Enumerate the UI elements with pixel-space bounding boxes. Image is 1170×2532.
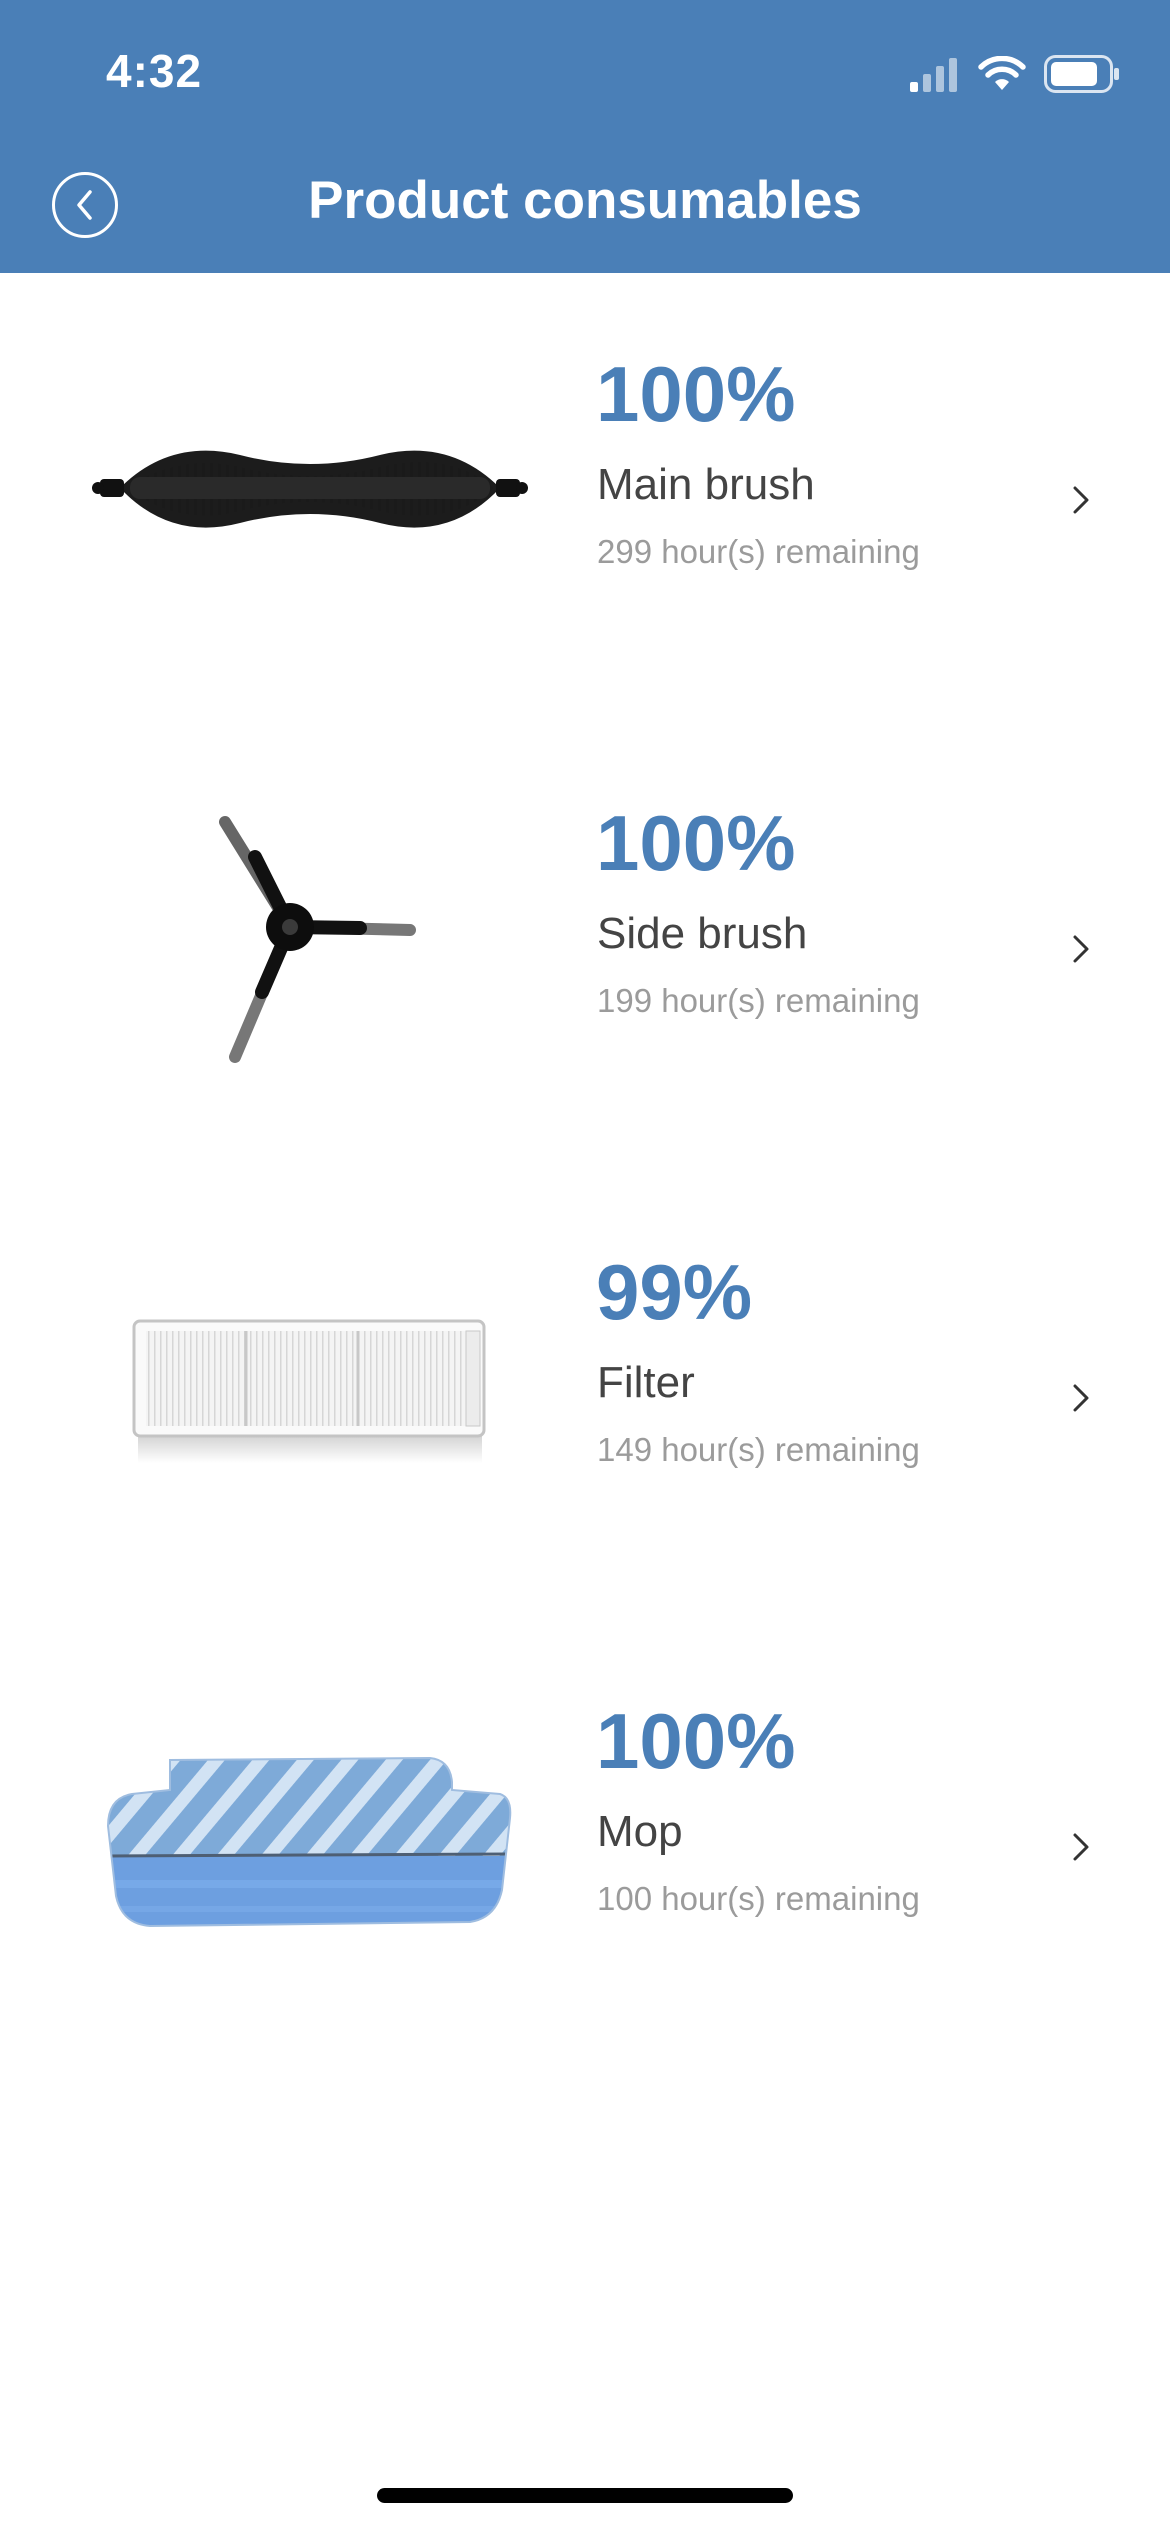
consumable-row-main-brush[interactable]: 100% Main brush 299 hour(s) remaining [0, 273, 1170, 722]
battery-icon [1044, 55, 1119, 93]
wifi-icon [978, 56, 1026, 90]
status-icons [910, 52, 1120, 96]
consumable-name: Filter [597, 1358, 695, 1407]
cellular-signal-icon [910, 58, 957, 92]
home-indicator[interactable] [377, 2488, 793, 2503]
consumable-remaining: 149 hour(s) remaining [597, 1431, 920, 1468]
consumable-name: Mop [597, 1807, 683, 1856]
side-brush-image [90, 762, 530, 1122]
consumable-row-filter[interactable]: 99% Filter 149 hour(s) remaining [0, 1171, 1170, 1620]
chevron-right-icon [1073, 935, 1089, 963]
consumables-list: 100% Main brush 299 hour(s) remaining 10… [0, 273, 1170, 2069]
consumable-percent: 100% [596, 799, 796, 887]
consumable-remaining: 299 hour(s) remaining [597, 533, 920, 570]
header-bar: 4:32 Product consumables [0, 0, 1170, 273]
status-time: 4:32 [106, 45, 203, 97]
chevron-right-icon [1073, 1384, 1089, 1412]
consumable-row-side-brush[interactable]: 100% Side brush 199 hour(s) remaining [0, 722, 1170, 1171]
mop-image [90, 1660, 530, 2020]
consumable-row-mop[interactable]: 100% Mop 100 hour(s) remaining [0, 1620, 1170, 2069]
consumable-remaining: 100 hour(s) remaining [597, 1880, 920, 1917]
consumable-percent: 100% [596, 350, 796, 438]
consumable-name: Side brush [597, 909, 808, 958]
consumable-percent: 99% [596, 1248, 753, 1336]
consumable-name: Main brush [597, 460, 815, 509]
consumable-remaining: 199 hour(s) remaining [597, 982, 920, 1019]
main-brush-image [90, 313, 530, 673]
chevron-right-icon [1073, 1833, 1089, 1861]
page-title: Product consumables [308, 171, 862, 230]
consumable-percent: 100% [596, 1697, 796, 1785]
chevron-right-icon [1073, 486, 1089, 514]
filter-image [90, 1211, 530, 1571]
